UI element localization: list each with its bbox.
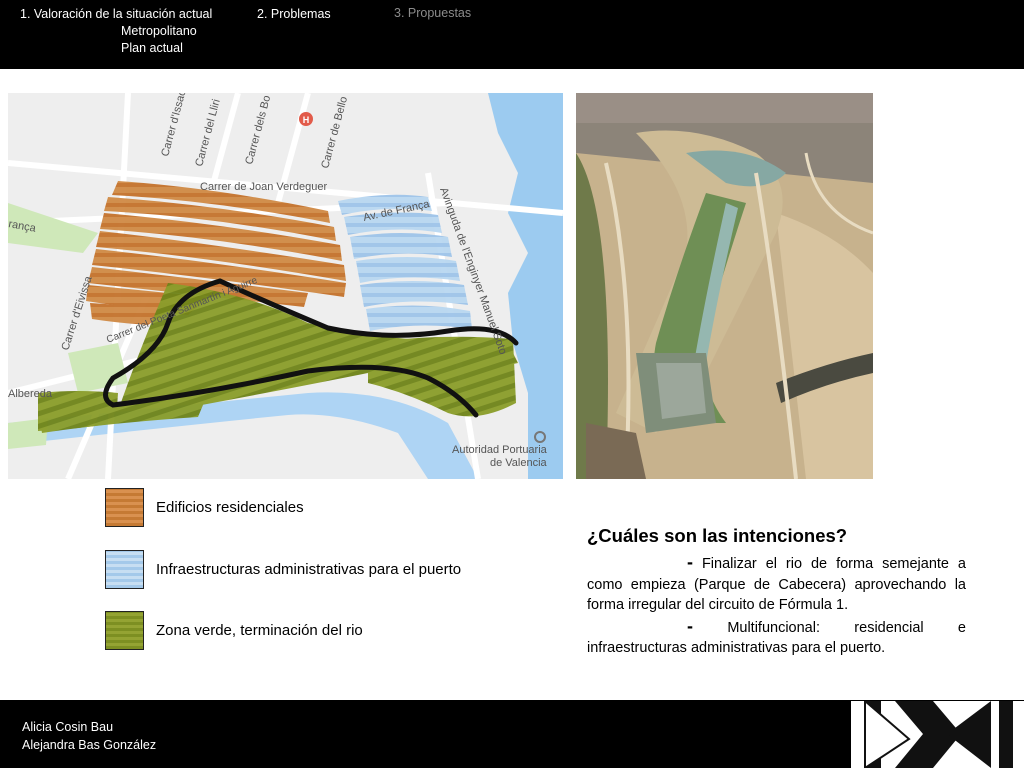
intentions-dash-2: - <box>687 615 693 636</box>
legend-label-green: Zona verde, terminación del rio <box>156 622 363 639</box>
nav-subitem-metropolitano[interactable]: Metropolitano <box>121 23 197 40</box>
intentions-dash-1: - <box>687 552 693 572</box>
nav-item-propuestas[interactable]: 3. Propuestas <box>394 5 471 21</box>
aerial-photo <box>576 93 873 479</box>
author-1: Alicia Cosin Bau <box>22 720 114 734</box>
hospital-icon-label: H <box>303 115 310 125</box>
intentions-section: ¿Cuáles son las intenciones? - Finalizar… <box>587 523 966 659</box>
nav-item-valoracion[interactable]: 1. Valoración de la situación actual <box>20 6 212 22</box>
author-2: Alejandra Bas González <box>22 738 157 752</box>
legend-label-residential: Edificios residenciales <box>156 499 304 516</box>
legend-swatch-administrative <box>105 550 144 589</box>
legend-swatch-green <box>105 611 144 650</box>
aerial-photo-drawing <box>576 93 873 479</box>
map-drawing: H Carrer d'Issac Carrer del Lliri Carrer… <box>8 93 563 479</box>
nav-item-problemas[interactable]: 2. Problemas <box>257 6 331 22</box>
nav-subitem-plan-actual[interactable]: Plan actual <box>121 40 197 57</box>
school-logo-icon <box>851 701 1024 768</box>
intentions-point-1: - Finalizar el rio de forma semejante a … <box>587 552 966 616</box>
intentions-title: ¿Cuáles son las intenciones? <box>587 525 848 546</box>
legend-residential: Edificios residenciales <box>105 488 525 528</box>
legend-administrative: Infraestructuras administrativas para el… <box>105 550 525 590</box>
legend-label-administrative: Infraestructuras administrativas para el… <box>156 561 462 578</box>
label-autoridad-2: de Valencia <box>490 457 548 469</box>
intentions-point-2: - Multifuncional: residencial e infraest… <box>587 616 966 659</box>
legend-swatch-residential <box>105 488 144 527</box>
label-albereda: Albereda <box>8 388 53 400</box>
legend-green: Zona verde, terminación del rio <box>105 611 525 651</box>
label-autoridad-1: Autoridad Portuaria <box>452 444 548 456</box>
nav-subitems: Metropolitano Plan actual <box>121 23 197 57</box>
label-joan-verdeguer: Carrer de Joan Verdeguer <box>200 181 328 193</box>
annotated-map: H Carrer d'Issac Carrer del Lliri Carrer… <box>8 93 563 479</box>
school-logo <box>851 701 1024 768</box>
authors: Alicia Cosin Bau Alejandra Bas González <box>22 718 156 754</box>
